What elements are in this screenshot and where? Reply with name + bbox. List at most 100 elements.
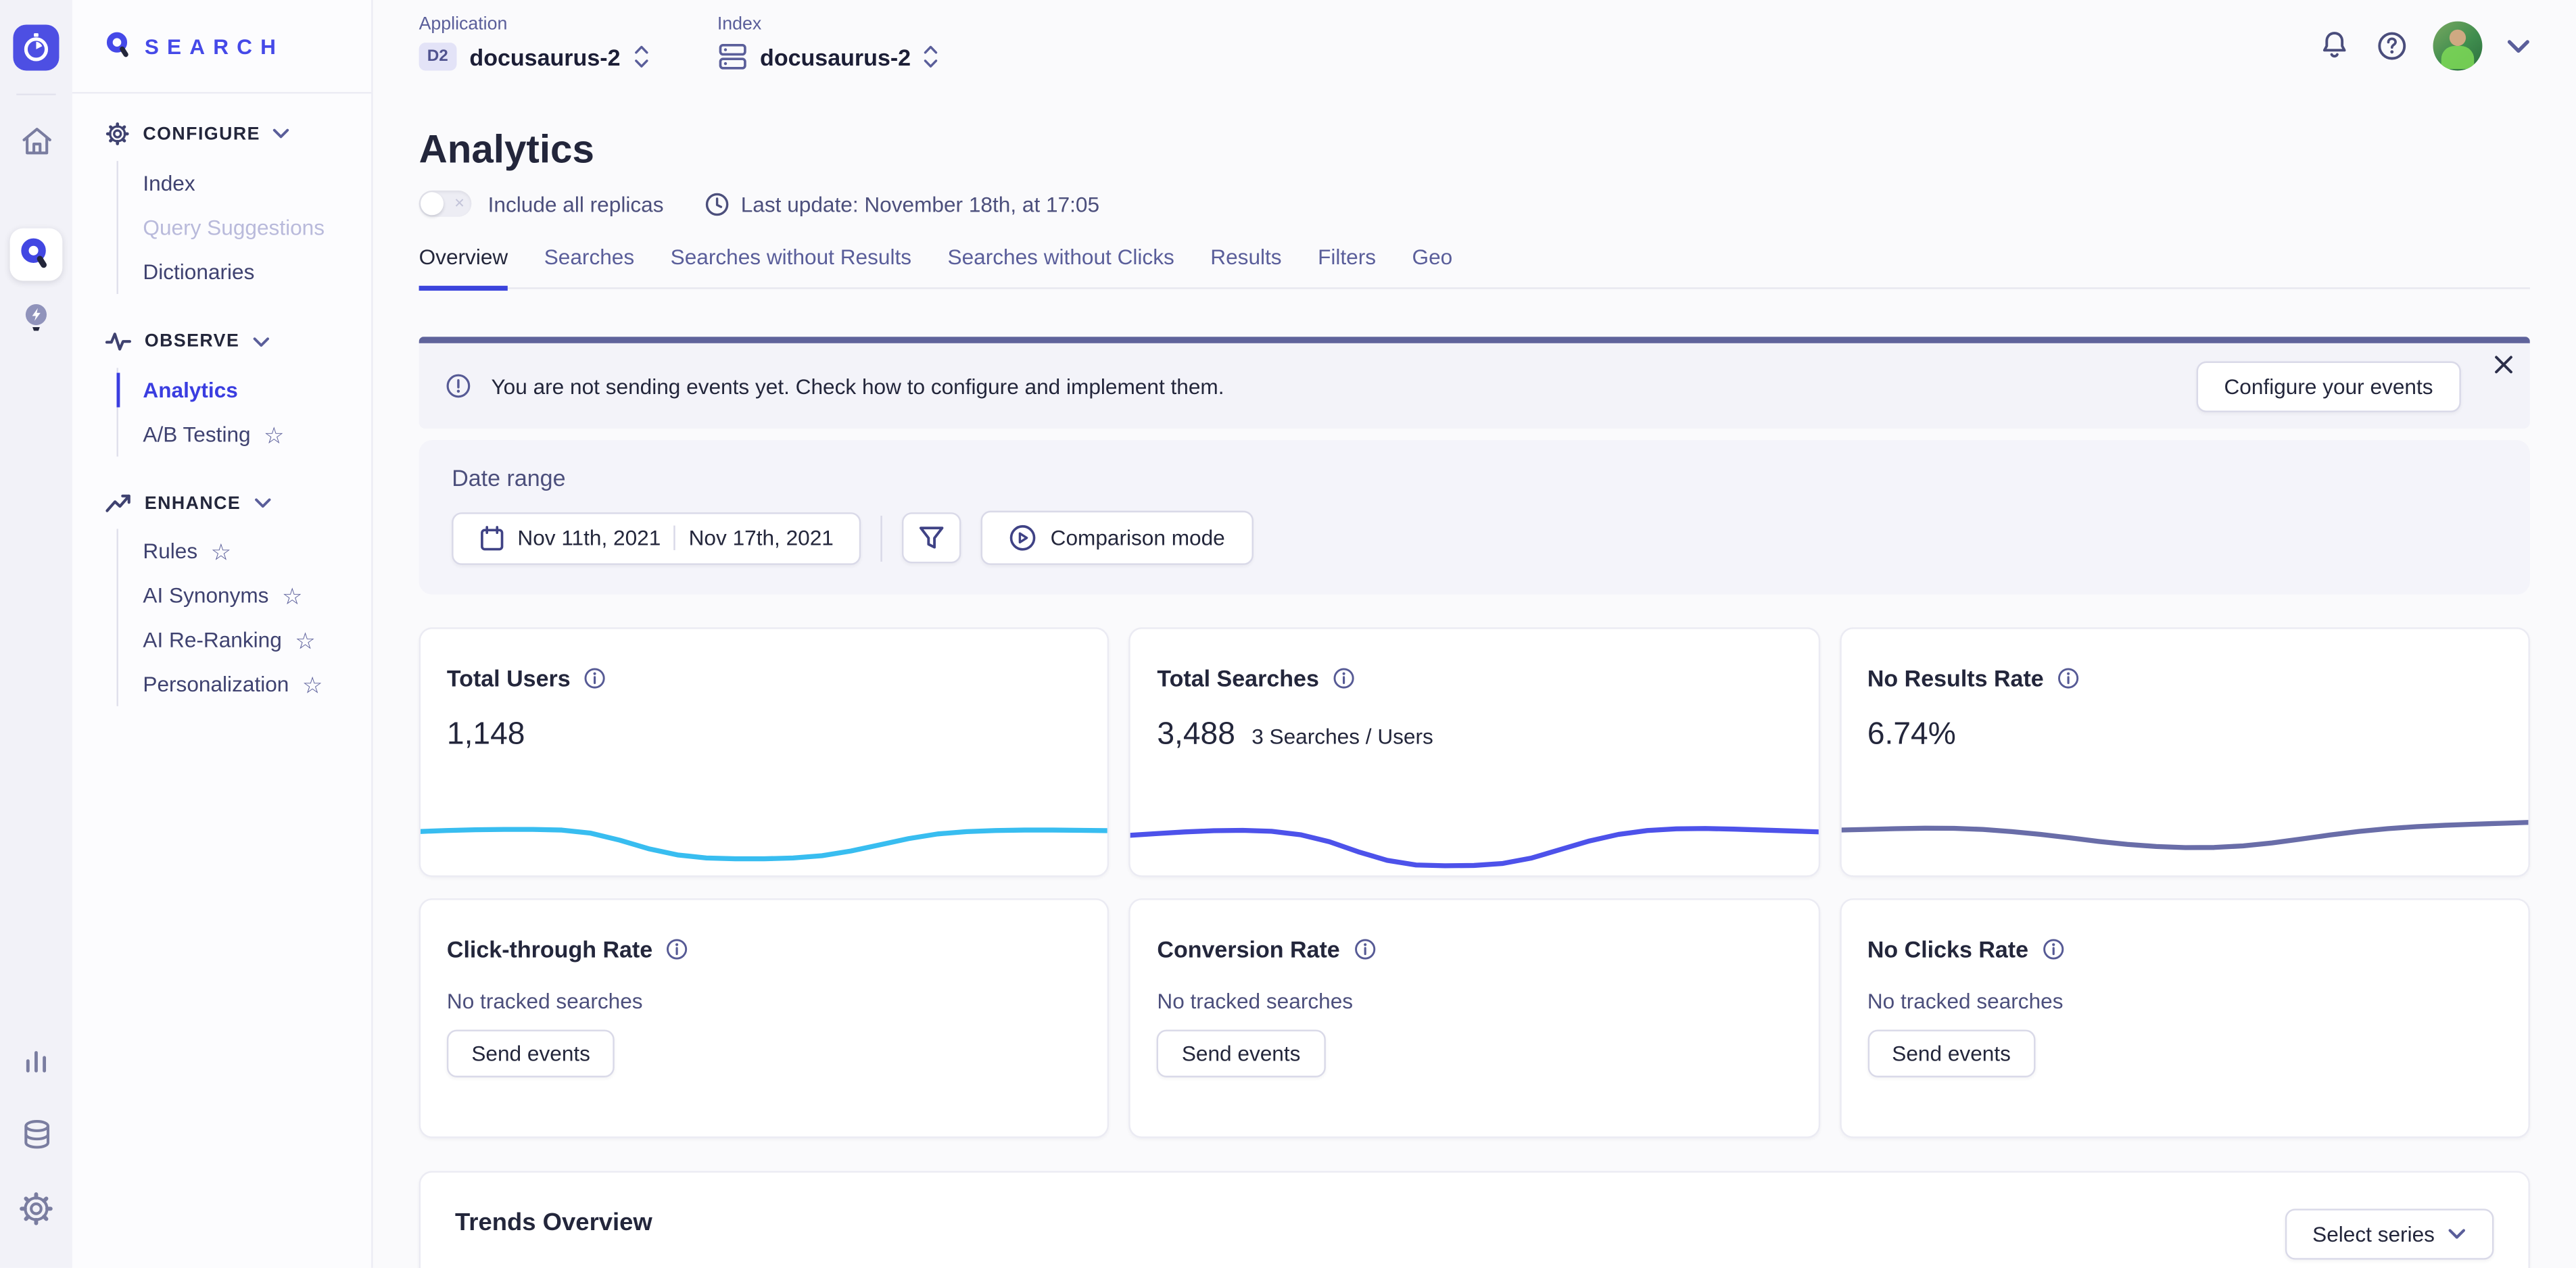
sidebar-section-configure[interactable]: CONFIGURE [105, 122, 355, 146]
sidebar-item-label: A/B Testing [143, 422, 250, 446]
send-events-button[interactable]: Send events [447, 1029, 615, 1077]
info-icon[interactable] [2057, 666, 2080, 689]
banner-message: You are not sending events yet. Check ho… [492, 374, 1224, 398]
index-value: docusaurus-2 [760, 43, 911, 70]
section-observe: OBSERVE Analytics A/B Testing ☆ [105, 330, 355, 456]
configure-events-button[interactable]: Configure your events [2196, 360, 2461, 411]
enhance-items: Rules☆AI Synonyms☆AI Re-Ranking☆Personal… [117, 529, 355, 706]
sidebar-item-ai-re-ranking[interactable]: AI Re-Ranking☆ [143, 618, 354, 662]
sidebar-item-dictionaries[interactable]: Dictionaries [143, 249, 354, 294]
section-label: OBSERVE [145, 332, 239, 351]
sidebar-item-a-b-testing[interactable]: A/B Testing ☆ [143, 412, 354, 457]
info-icon[interactable] [1332, 666, 1355, 689]
card-title-text: Conversion Rate [1157, 936, 1339, 962]
sidebar-item-personalization[interactable]: Personalization ☆ [143, 662, 354, 706]
select-series-button[interactable]: Select series [2285, 1209, 2494, 1259]
include-replicas-toggle[interactable]: ✕ Include all replicas [419, 191, 664, 217]
card-title: No Clicks Rate [1867, 936, 2502, 962]
application-selector[interactable]: Application D2 docusaurus-2 [419, 15, 648, 95]
play-circle-icon [1009, 524, 1037, 552]
sparkline-chart [1840, 785, 2530, 870]
card-title: Total Users [447, 665, 1082, 691]
star-icon[interactable]: ☆ [282, 584, 303, 607]
sidebar-item-ai-synonyms[interactable]: AI Synonyms ☆ [143, 573, 354, 618]
notifications-bell-icon[interactable] [2318, 30, 2351, 63]
app-root: SEARCH CONFIGURE IndexQuery Sugg [0, 0, 2576, 1268]
empty-state-text: No tracked searches [447, 989, 1082, 1013]
tab-filters[interactable]: Filters [1318, 245, 1376, 291]
info-icon[interactable] [666, 937, 689, 960]
stat-card-no-results-rate: No Results Rate6.74% [1840, 627, 2530, 877]
info-icon[interactable] [583, 666, 606, 689]
sidebar-item-query-suggestions[interactable]: Query Suggestions [143, 205, 354, 250]
toggle-off[interactable]: ✕ [419, 191, 472, 217]
configure-items: IndexQuery SuggestionsDictionaries [117, 161, 355, 294]
sidebar-item-label: AI Synonyms [143, 583, 268, 608]
card-title-text: Total Searches [1157, 665, 1318, 691]
star-icon[interactable]: ☆ [264, 423, 285, 446]
database-icon[interactable] [10, 1108, 63, 1161]
help-icon[interactable] [2375, 30, 2408, 63]
sidebar-section-enhance[interactable]: ENHANCE [105, 493, 355, 514]
info-icon[interactable] [1353, 937, 1376, 960]
sidebar-item-analytics[interactable]: Analytics [143, 368, 354, 412]
metric-subtitle: 3 Searches / Users [1251, 725, 1433, 749]
index-label: Index [717, 15, 939, 34]
send-events-button[interactable]: Send events [1867, 1029, 2036, 1077]
empty-state-text: No tracked searches [1867, 989, 2502, 1013]
date-range-button[interactable]: Nov 11th, 2021 Nov 17th, 2021 [452, 512, 861, 564]
section-configure: CONFIGURE IndexQuery SuggestionsDictiona… [105, 122, 355, 294]
funnel-icon [919, 526, 945, 550]
tab-searches[interactable]: Searches [544, 245, 634, 291]
application-label: Application [419, 15, 648, 34]
divider [881, 515, 882, 561]
user-avatar[interactable] [2433, 22, 2483, 71]
search-logo[interactable]: SEARCH [72, 0, 371, 93]
section-label: ENHANCE [145, 493, 241, 513]
topbar-right [2318, 22, 2529, 71]
calendar-icon [480, 525, 504, 551]
sidebar-item-index[interactable]: Index [143, 161, 354, 205]
date-range-controls: Nov 11th, 2021 Nov 17th, 2021 Comparison… [452, 511, 2497, 565]
filter-button[interactable] [903, 512, 961, 563]
chevron-down-icon [273, 128, 289, 140]
page-title: Analytics [419, 128, 2530, 174]
sidebar-item-rules[interactable]: Rules☆ [143, 529, 354, 573]
comparison-mode-button[interactable]: Comparison mode [982, 511, 1253, 565]
tab-overview[interactable]: Overview [419, 245, 508, 291]
tab-searches-without-clicks[interactable]: Searches without Clicks [948, 245, 1174, 291]
updown-chevrons-icon [634, 45, 648, 69]
activity-icon [105, 330, 132, 353]
tab-bar: Overview Searches Searches without Results… [419, 245, 2530, 289]
tab-results[interactable]: Results [1210, 245, 1281, 291]
gear-icon [105, 122, 130, 146]
bar-chart-icon[interactable] [10, 1035, 63, 1088]
end-date: Nov 17th, 2021 [689, 526, 834, 550]
tab-geo[interactable]: Geo [1412, 245, 1453, 291]
user-menu-chevron-icon[interactable] [2507, 39, 2530, 53]
stat-card-conversion-rate: Conversion RateNo tracked searchesSend e… [1129, 898, 1819, 1138]
stopwatch-icon [20, 31, 53, 64]
sidebar-item-label: Personalization [143, 672, 289, 696]
star-icon[interactable]: ☆ [302, 673, 323, 696]
stopwatch-app-logo-icon[interactable] [13, 24, 59, 70]
send-events-button[interactable]: Send events [1157, 1029, 1325, 1077]
info-icon[interactable] [2042, 937, 2065, 960]
search-product-icon[interactable] [10, 228, 63, 281]
star-icon[interactable]: ☆ [211, 539, 232, 562]
close-icon[interactable] [2494, 355, 2513, 379]
main-content: Application D2 docusaurus-2 Index docusa… [373, 0, 2576, 1268]
tab-searches-without-results[interactable]: Searches without Results [671, 245, 911, 291]
metric-value: 6.74% [1867, 718, 1956, 754]
lightbulb-icon[interactable] [10, 293, 63, 345]
index-selector[interactable]: Index docusaurus-2 [717, 15, 939, 95]
star-icon[interactable]: ☆ [295, 628, 316, 651]
chevron-down-icon [253, 336, 269, 347]
settings-gear-icon[interactable] [10, 1182, 63, 1235]
chevron-down-icon [2448, 1228, 2466, 1240]
home-icon[interactable] [10, 115, 63, 168]
sidebar-section-observe[interactable]: OBSERVE [105, 330, 355, 353]
stat-card-no-clicks-rate: No Clicks Rate No tracked searches Send ev… [1840, 898, 2530, 1138]
card-title: Total Searches [1157, 665, 1792, 691]
stat-cards-row-1: Total Users1,148Total Searches3,4883 Sea… [419, 627, 2530, 877]
